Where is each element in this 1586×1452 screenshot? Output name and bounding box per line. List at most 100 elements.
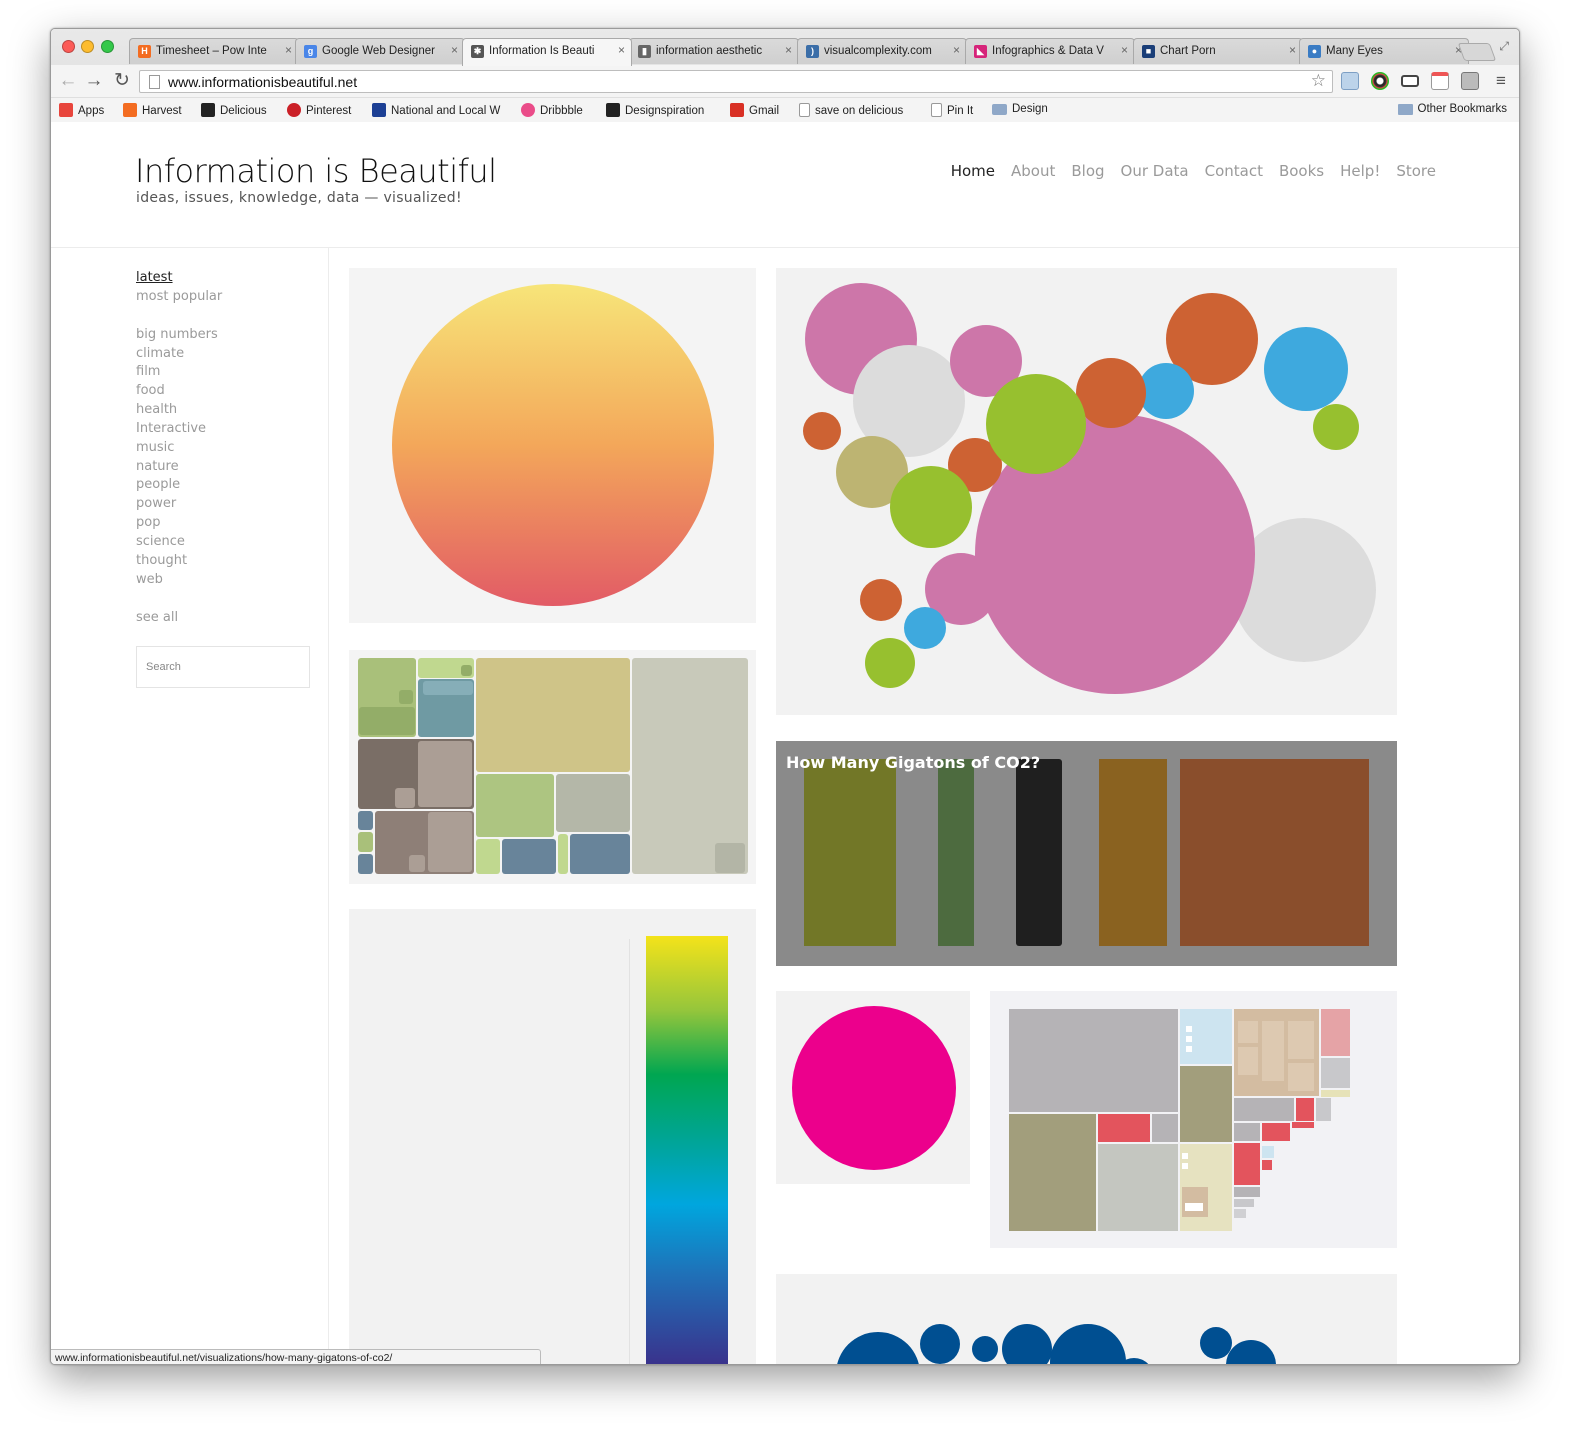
address-bar-url: www.informationisbeautiful.net (168, 74, 358, 90)
calendar-extension-icon[interactable] (1431, 72, 1449, 90)
nav-link-books[interactable]: Books (1279, 162, 1324, 180)
window-resizer-icon[interactable] (1401, 75, 1419, 87)
reload-icon[interactable]: ↻ (110, 69, 134, 93)
bookmark-item[interactable]: Harvest (123, 103, 182, 117)
tab-close-icon[interactable]: × (785, 43, 792, 57)
bookmark-item[interactable]: Apps (59, 103, 104, 117)
bookmark-item[interactable]: National and Local W (372, 103, 500, 117)
treemap-cell (1234, 1187, 1260, 1197)
treemap-cell (1185, 1203, 1203, 1211)
nav-link-home[interactable]: Home (951, 162, 995, 180)
tab-close-icon[interactable]: × (1121, 43, 1128, 57)
sidebar-category-link[interactable]: climate (136, 345, 222, 364)
bookmark-item[interactable]: Dribbble (521, 103, 583, 117)
sidebar-category-link[interactable]: power (136, 495, 222, 514)
forward-arrow-icon[interactable]: → (82, 69, 106, 93)
bookmark-item[interactable]: Design (992, 103, 1048, 115)
other-bookmarks-folder[interactable]: Other Bookmarks (1397, 103, 1507, 115)
folder-icon (992, 104, 1007, 115)
browser-tab[interactable]: H Timesheet – Pow Inte × (129, 38, 299, 64)
tab-close-icon[interactable]: × (953, 43, 960, 57)
nav-link-our-data[interactable]: Our Data (1121, 162, 1189, 180)
sidebar-category-link[interactable]: Interactive (136, 420, 222, 439)
visualization-card-magenta-circle[interactable] (776, 991, 970, 1184)
tag-extension-icon[interactable] (1461, 72, 1479, 90)
nav-link-store[interactable]: Store (1396, 162, 1436, 180)
bubble (1313, 404, 1359, 450)
visualization-card-treemap-2[interactable] (990, 991, 1397, 1248)
sidebar-category-link[interactable]: film (136, 363, 222, 382)
bookmark-item[interactable]: Pin It (931, 103, 973, 117)
sidebar-category-link[interactable]: big numbers (136, 326, 222, 345)
browser-chrome: H Timesheet – Pow Inte × g Google Web Design… (51, 29, 1519, 122)
bookmark-item[interactable]: Delicious (201, 103, 267, 117)
color-spectrum-bar (646, 936, 728, 1364)
browser-toolbar: ← → ↻ www.informationisbeautiful.net ☆ ≡ (51, 65, 1519, 97)
site-subtitle: ideas, issues, knowledge, data — visuali… (136, 190, 462, 206)
harvest-icon (123, 103, 137, 117)
sidebar-category-link[interactable]: pop (136, 514, 222, 533)
search-input[interactable]: Search (136, 646, 310, 688)
treemap-cell (502, 839, 556, 874)
back-arrow-icon[interactable]: ← (56, 69, 80, 93)
bookmark-star-icon[interactable]: ☆ (1311, 71, 1326, 91)
visualization-card-co2[interactable]: How Many Gigatons of CO2? (776, 741, 1397, 966)
sidebar-category-link[interactable]: food (136, 382, 222, 401)
tab-close-icon[interactable]: × (1289, 43, 1296, 57)
see-all-link[interactable]: see all (136, 609, 222, 628)
delicious-icon (201, 103, 215, 117)
tab-close-icon[interactable]: × (285, 43, 292, 57)
browser-tab[interactable]: ● Many Eyes × (1299, 38, 1469, 64)
visualization-card-blue-bubbles[interactable] (776, 1274, 1397, 1364)
visualization-card-gradient-circle[interactable] (349, 268, 756, 623)
browser-window: H Timesheet – Pow Inte × g Google Web Design… (50, 28, 1520, 1365)
nav-link-help[interactable]: Help! (1340, 162, 1380, 180)
zoom-window-button[interactable] (101, 40, 114, 53)
bookmark-label: National and Local W (391, 105, 501, 117)
sidebar-category-link[interactable]: nature (136, 458, 222, 477)
browser-tab[interactable]: ■ Chart Porn × (1133, 38, 1303, 64)
visualization-card-bubbles[interactable] (776, 268, 1397, 715)
sidebar-category-link[interactable]: health (136, 401, 222, 420)
sidebar-category-link[interactable]: web (136, 571, 222, 590)
browser-tab[interactable]: g Google Web Designer × (295, 38, 465, 64)
extension-icon[interactable] (1341, 72, 1359, 90)
close-window-button[interactable] (62, 40, 75, 53)
browser-tab[interactable]: ✱ Information Is Beauti × (462, 38, 632, 66)
menu-icon[interactable]: ≡ (1489, 69, 1513, 93)
sidebar-category-link[interactable]: thought (136, 552, 222, 571)
minimize-window-button[interactable] (81, 40, 94, 53)
bookmark-item[interactable]: Gmail (730, 103, 779, 117)
treemap-cell (1234, 1098, 1294, 1121)
tab-close-icon[interactable]: × (618, 43, 625, 57)
new-tab-button[interactable] (1457, 43, 1497, 61)
twc-icon (372, 103, 386, 117)
browser-tab[interactable]: ▮ information aesthetic × (629, 38, 799, 64)
browser-tab[interactable]: ) visualcomplexity.com × (797, 38, 967, 64)
bookmark-item[interactable]: Pinterest (287, 103, 351, 117)
tab-title: Many Eyes (1326, 45, 1383, 57)
nav-link-blog[interactable]: Blog (1071, 162, 1104, 180)
color-picker-extension-icon[interactable] (1371, 72, 1389, 90)
visualization-card-spectrum[interactable] (349, 909, 756, 1364)
bookmark-label: Harvest (142, 105, 182, 117)
apps-grid-icon (59, 103, 73, 117)
nav-link-contact[interactable]: Contact (1205, 162, 1263, 180)
browser-tab[interactable]: ◣ Infographics & Data V × (965, 38, 1135, 64)
sidebar-category-link[interactable]: science (136, 533, 222, 552)
bookmark-item[interactable]: Designspiration (606, 103, 704, 117)
fullscreen-icon[interactable]: ⤢ (1499, 39, 1509, 54)
visualization-card-treemap[interactable] (349, 650, 756, 884)
bookmark-label: Pinterest (306, 105, 352, 117)
site-title[interactable]: Information is Beautiful (135, 152, 497, 190)
bookmark-item[interactable]: save on delicious (799, 103, 903, 117)
sidebar-sort-link[interactable]: most popular (136, 288, 222, 307)
sidebar-category-link[interactable]: music (136, 439, 222, 458)
bookmarks-bar: Other Bookmarks Apps Harvest Delicious Pint… (51, 98, 1519, 122)
tab-close-icon[interactable]: × (451, 43, 458, 57)
nav-link-about[interactable]: About (1011, 162, 1055, 180)
sidebar-sort-link[interactable]: latest (136, 269, 222, 288)
address-bar[interactable]: www.informationisbeautiful.net ☆ (139, 70, 1333, 93)
sidebar-category-link[interactable]: people (136, 476, 222, 495)
